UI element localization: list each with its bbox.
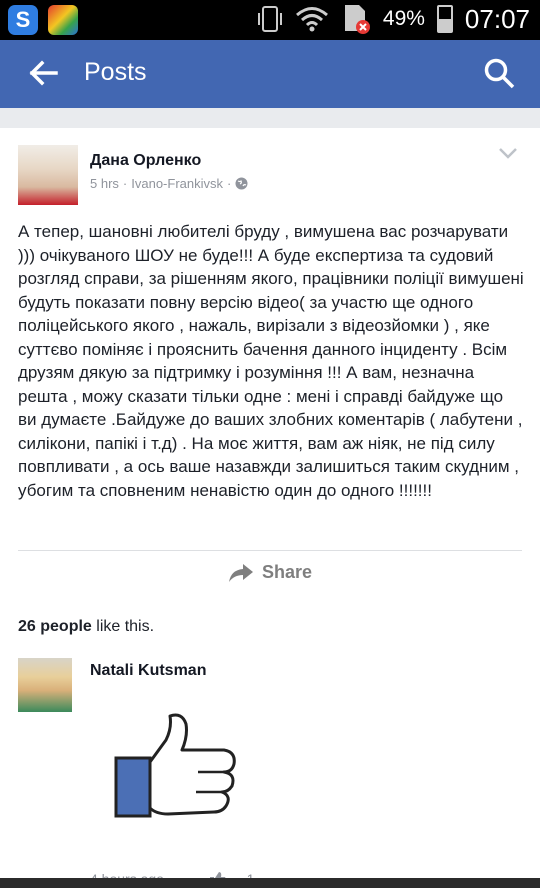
post-card: Дана Орленко 5 hrs · Ivano-Frankivsk · А… <box>0 128 540 598</box>
page-title: Posts <box>84 58 147 86</box>
app-bar: Posts <box>0 40 540 108</box>
game-notification-icon <box>48 5 78 35</box>
back-arrow-icon[interactable] <box>26 56 60 90</box>
wifi-icon <box>295 7 328 32</box>
share-button[interactable]: Share <box>0 562 540 583</box>
author-avatar[interactable] <box>18 145 78 205</box>
post-text: А тепер, шановні любителі бруду , вимуше… <box>18 222 524 500</box>
post-time[interactable]: 5 hrs <box>90 176 119 191</box>
meta-separator: · <box>227 176 232 191</box>
divider <box>18 550 522 551</box>
likes-section: 26 people like this. Natali Kutsman 4 ho… <box>0 598 540 888</box>
search-icon[interactable] <box>482 56 516 90</box>
battery-percent: 49% <box>382 7 425 30</box>
app-notification-icon: S <box>8 5 38 35</box>
share-label: Share <box>261 562 313 582</box>
commenter-avatar[interactable] <box>18 658 72 712</box>
meta-separator: · <box>122 176 128 191</box>
status-bar: S 49% 07:07 <box>0 0 540 40</box>
sim-error-icon <box>344 5 370 34</box>
likes-suffix: like this. <box>91 618 155 635</box>
likes-summary[interactable]: 26 people like this. <box>18 618 154 636</box>
vibrate-icon <box>257 6 282 32</box>
post-meta: 5 hrs · Ivano-Frankivsk · <box>90 176 248 191</box>
globe-icon <box>235 177 248 190</box>
post-location[interactable]: Ivano-Frankivsk <box>131 176 223 191</box>
likes-count: 26 people <box>18 618 92 635</box>
battery-icon <box>436 5 453 33</box>
bottom-edge-bar <box>0 878 540 888</box>
chevron-down-icon[interactable] <box>498 146 518 160</box>
commenter-name[interactable]: Natali Kutsman <box>90 662 206 680</box>
post-author[interactable]: Дана Орленко <box>90 152 201 170</box>
thumbs-up-sticker-icon <box>114 713 236 818</box>
clock: 07:07 <box>464 3 530 34</box>
share-arrow-icon <box>228 563 253 582</box>
